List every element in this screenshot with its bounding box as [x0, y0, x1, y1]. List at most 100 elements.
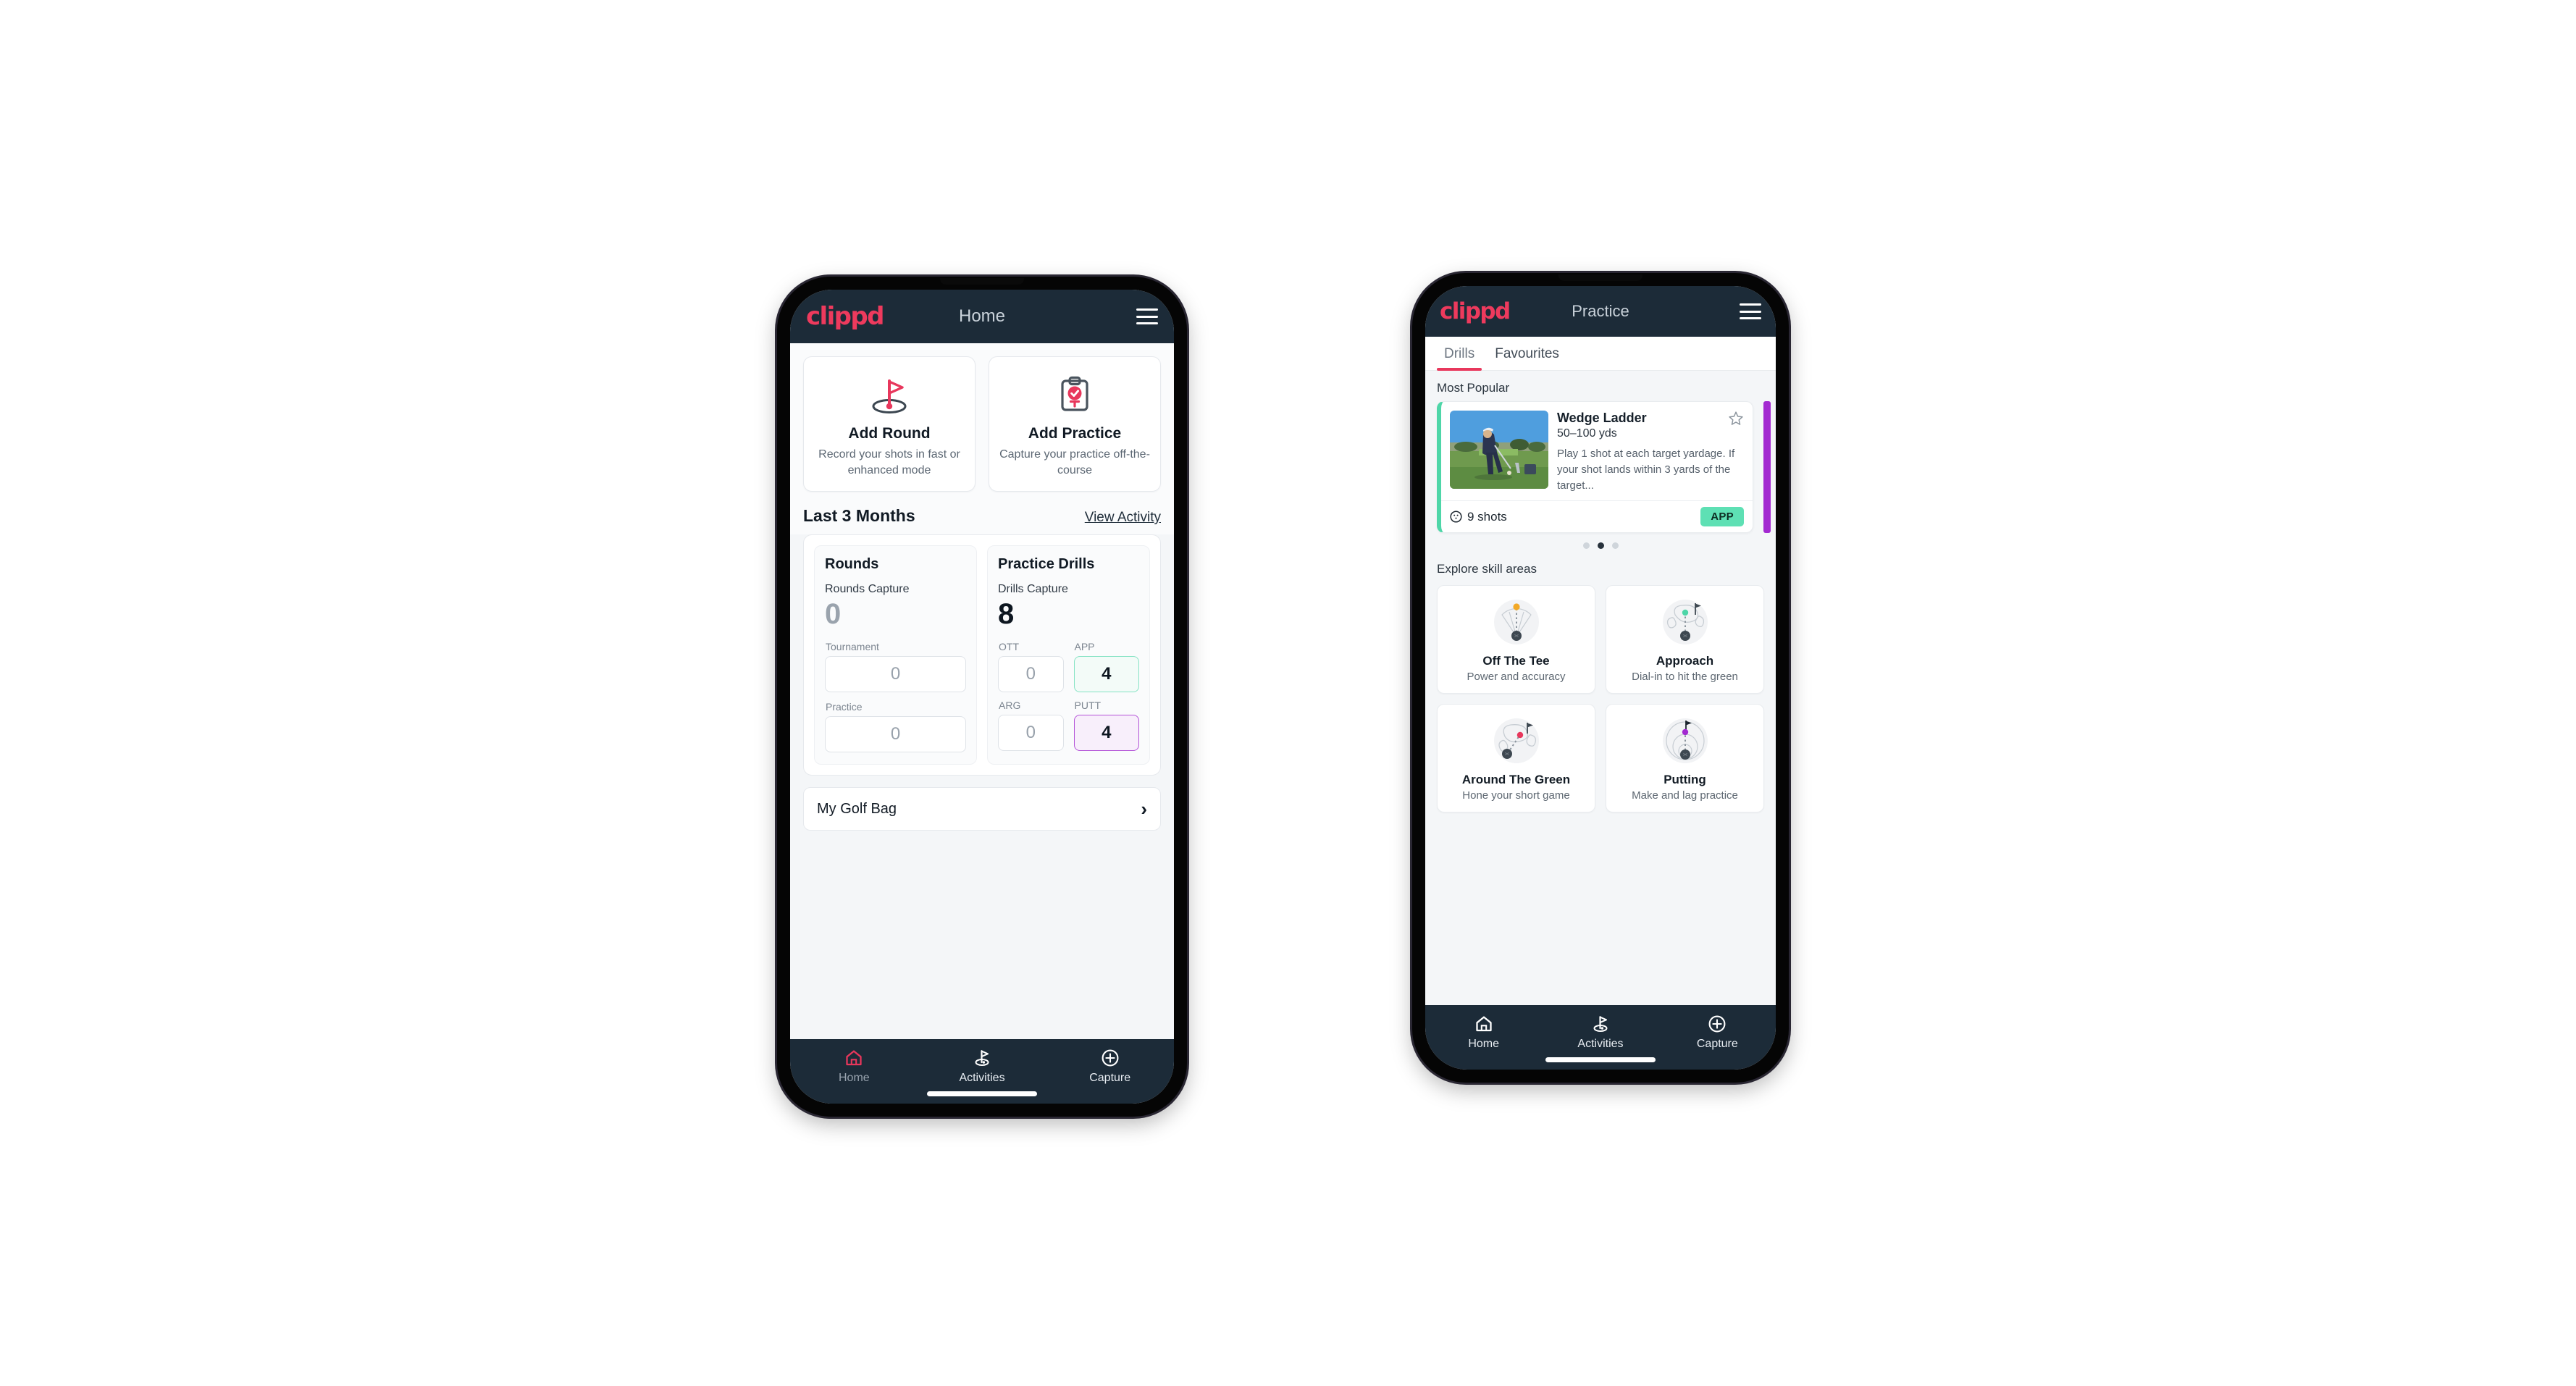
clippd-logo[interactable]: clippd — [806, 304, 884, 329]
tournament-value[interactable]: 0 — [825, 656, 966, 693]
skill-name: Around The Green — [1461, 773, 1571, 787]
nav-label-activities: Activities — [959, 1072, 1005, 1084]
drills-heading: Practice Drills — [998, 556, 1095, 573]
skill-card-approach[interactable]: Approach Dial-in to hit the green — [1606, 585, 1764, 694]
nav-item-activities[interactable]: Activities — [1542, 1014, 1658, 1051]
tee-shot-dispersion-icon — [1443, 595, 1589, 650]
my-golf-bag-label: My Golf Bag — [817, 800, 897, 817]
add-round-subtitle: Record your shots in fast or enhanced mo… — [818, 448, 960, 476]
skill-name: Approach — [1656, 654, 1714, 668]
phone-notch — [940, 278, 1024, 285]
nav-item-home[interactable]: Home — [1425, 1014, 1542, 1051]
skill-card-off-the-tee[interactable]: Off The Tee Power and accuracy — [1437, 585, 1595, 694]
add-round-card[interactable]: Add Round Record your shots in fast or e… — [803, 356, 976, 492]
drill-card-wedge-ladder[interactable]: Wedge Ladder 50–100 yds Play 1 shot at e… — [1437, 401, 1753, 534]
skill-card-around-the-green[interactable]: Around The Green Hone your short game — [1437, 704, 1595, 813]
home-bottom-nav: Home Activities Capture — [790, 1039, 1174, 1104]
golf-ball-icon — [1450, 511, 1462, 523]
clipboard-check-tee-icon — [997, 371, 1153, 418]
add-round-title: Add Round — [848, 425, 931, 442]
carousel-dot[interactable] — [1582, 542, 1590, 550]
app-value[interactable]: 4 — [1073, 656, 1139, 693]
arg-label: ARG — [999, 700, 1021, 712]
nav-label-capture: Capture — [1696, 1038, 1738, 1050]
nav-label-home: Home — [838, 1072, 870, 1084]
drill-carousel[interactable]: Wedge Ladder 50–100 yds Play 1 shot at e… — [1425, 401, 1776, 534]
section-title: Last 3 Months — [803, 506, 915, 526]
drill-name: Wedge Ladder — [1557, 411, 1647, 425]
carousel-dot[interactable] — [1611, 542, 1619, 550]
home-indicator-bar — [1545, 1057, 1656, 1062]
nav-item-home[interactable]: Home — [790, 1048, 918, 1085]
arg-value[interactable]: 0 — [998, 715, 1064, 752]
rounds-capture-value: 0 — [825, 598, 842, 631]
last-3-months-header: Last 3 Months View Activity — [790, 492, 1174, 535]
tournament-label: Tournament — [826, 641, 879, 653]
practice-screen-content: Most Popular Wedge Ladder 50–100 yds Pla… — [1425, 371, 1776, 1005]
drill-description: Play 1 shot at each target yardage. If y… — [1557, 448, 1735, 492]
tab-drills[interactable]: Drills — [1437, 337, 1482, 371]
nav-item-activities[interactable]: Activities — [918, 1048, 1046, 1085]
putt-value[interactable]: 4 — [1073, 715, 1139, 752]
star-outline-icon[interactable] — [1728, 411, 1744, 427]
golf-flag-hole-icon — [811, 371, 968, 418]
practice-bottom-nav: Home Activities Capture — [1425, 1005, 1776, 1070]
golf-flag-icon — [1590, 1014, 1611, 1034]
app-label: APP — [1074, 641, 1095, 653]
carousel-dot-active[interactable] — [1597, 542, 1604, 550]
phone-home-mockup: clippd Home Add Round Record your shots … — [777, 277, 1187, 1117]
nav-item-capture[interactable]: Capture — [1659, 1014, 1776, 1051]
drill-shots-label: 9 shots — [1467, 509, 1507, 524]
skill-subtitle: Make and lag practice — [1632, 789, 1738, 802]
drill-yardage: 50–100 yds — [1557, 427, 1617, 440]
tab-favourites[interactable]: Favourites — [1488, 337, 1566, 370]
phone-practice-mockup: clippd Practice Drills Favourites Most P… — [1412, 273, 1789, 1083]
skill-name: Off The Tee — [1482, 654, 1550, 668]
practice-label: Practice — [826, 701, 863, 713]
practice-tabs: Drills Favourites — [1425, 337, 1776, 371]
skill-subtitle: Dial-in to hit the green — [1632, 671, 1738, 684]
ott-label: OTT — [999, 641, 1019, 653]
nav-label-activities: Activities — [1577, 1038, 1624, 1050]
skill-name: Putting — [1664, 773, 1706, 787]
golf-flag-icon — [972, 1048, 992, 1068]
drill-category-grid: OTT 0 APP 4 ARG 0 PUTT 4 — [998, 641, 1139, 752]
clippd-logo[interactable]: clippd — [1440, 300, 1511, 323]
drill-category-badge: APP — [1700, 507, 1744, 527]
chevron-right-icon: › — [1141, 798, 1147, 820]
explore-skill-areas-label: Explore skill areas — [1437, 562, 1537, 576]
hamburger-icon[interactable] — [1740, 303, 1761, 319]
chip-around-green-icon — [1443, 713, 1589, 768]
my-golf-bag-row[interactable]: My Golf Bag › — [803, 787, 1161, 831]
hamburger-icon[interactable] — [1136, 308, 1158, 324]
drill-shots: 9 shots — [1450, 510, 1507, 524]
most-popular-label: Most Popular — [1437, 381, 1510, 395]
practice-drills-stat-column: Practice Drills Drills Capture 8 OTT 0 A… — [987, 545, 1150, 765]
rounds-heading: Rounds — [825, 556, 879, 573]
golfer-chipping-photo — [1450, 411, 1548, 489]
screenshot-canvas: clippd Home Add Round Record your shots … — [0, 0, 2576, 1386]
putt-label: PUTT — [1074, 700, 1102, 712]
home-app-bar: clippd Home — [790, 290, 1174, 343]
nav-label-home: Home — [1468, 1038, 1499, 1050]
plus-circle-icon — [1101, 1048, 1120, 1068]
phone-notch — [1558, 274, 1642, 281]
nav-item-capture[interactable]: Capture — [1046, 1048, 1174, 1085]
add-practice-card[interactable]: Add Practice Capture your practice off-t… — [989, 356, 1161, 492]
home-icon — [844, 1048, 863, 1068]
drills-capture-label: Drills Capture — [998, 583, 1068, 596]
drills-capture-value: 8 — [998, 598, 1015, 631]
skill-card-putting[interactable]: Putting Make and lag practice — [1606, 704, 1764, 813]
home-indicator-bar — [927, 1091, 1037, 1096]
home-screen-content: Add Round Record your shots in fast or e… — [790, 343, 1174, 1039]
home-icon — [1474, 1014, 1493, 1034]
next-drill-card-peek[interactable] — [1763, 401, 1771, 534]
practice-value[interactable]: 0 — [825, 716, 966, 753]
rounds-capture-label: Rounds Capture — [825, 583, 910, 596]
practice-app-bar: clippd Practice — [1425, 286, 1776, 337]
carousel-dots — [1425, 533, 1776, 552]
ott-value[interactable]: 0 — [998, 656, 1064, 693]
approach-green-icon — [1612, 595, 1758, 650]
skill-subtitle: Power and accuracy — [1467, 671, 1566, 684]
view-activity-link[interactable]: View Activity — [1085, 510, 1161, 526]
